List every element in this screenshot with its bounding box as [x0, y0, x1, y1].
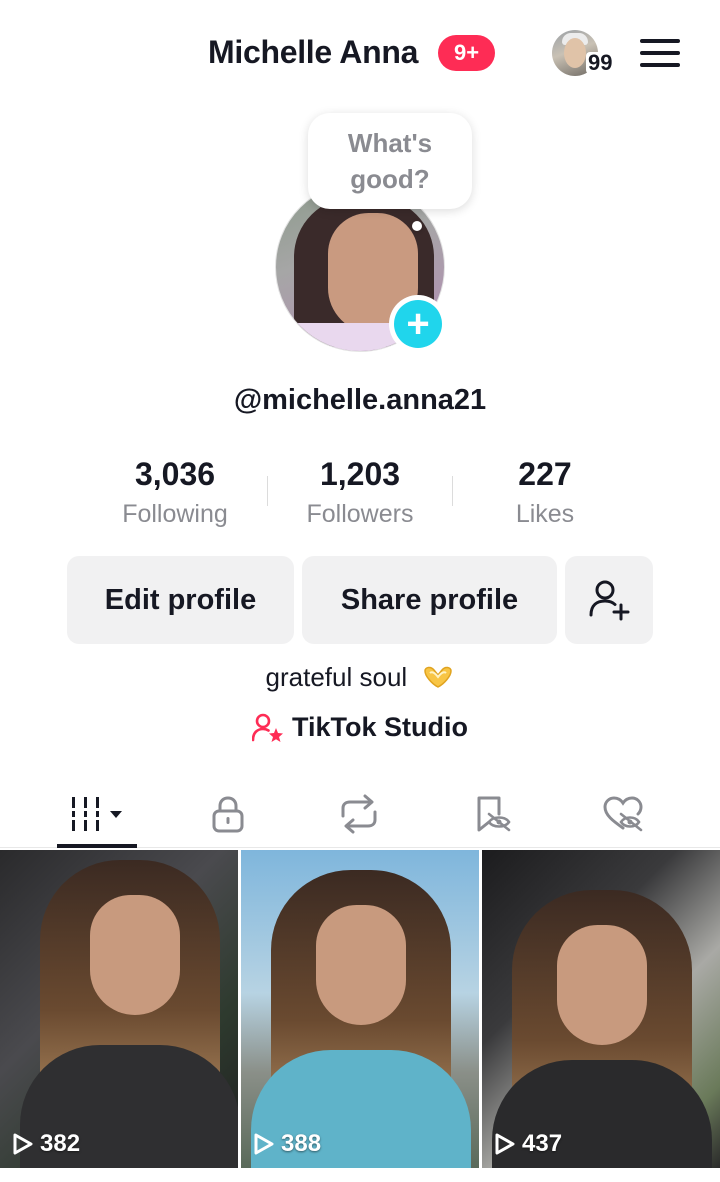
bio: grateful soul: [0, 662, 720, 693]
edit-profile-label: Edit profile: [104, 583, 257, 616]
video-thumbnail[interactable]: 388: [241, 850, 479, 1168]
avatar-face: [564, 38, 586, 68]
thumbnail-face: [316, 905, 406, 1025]
tiktok-studio-link[interactable]: TikTok Studio: [0, 712, 720, 743]
repost-icon: [341, 794, 377, 834]
add-story-button[interactable]: +: [389, 295, 447, 353]
tab-reposts[interactable]: [319, 780, 399, 848]
view-count-value: 437: [522, 1130, 563, 1157]
stat-followers-label: Followers: [306, 500, 414, 528]
content-tabs: [0, 780, 720, 848]
person-star-icon: [251, 713, 283, 742]
view-count: 388: [253, 1130, 321, 1158]
notification-badge[interactable]: 9+: [438, 35, 495, 71]
add-friend-icon: [589, 580, 630, 621]
stat-following-label: Following: [122, 500, 228, 528]
stat-following-value: 3,036: [134, 456, 216, 492]
tiktok-studio-label: TikTok Studio: [291, 712, 468, 742]
bio-text: grateful soul: [265, 662, 408, 692]
video-thumbnail[interactable]: 437: [482, 850, 720, 1168]
heart-hands-emoji: [424, 666, 453, 688]
play-icon: [254, 1133, 274, 1155]
saved-hidden-icon: [477, 796, 511, 832]
bubble-tail-dot: [412, 221, 422, 231]
view-count-value: 382: [40, 1130, 81, 1157]
lock-icon: [212, 796, 244, 833]
play-icon: [13, 1133, 33, 1155]
stat-likes-label: Likes: [515, 500, 575, 528]
stat-likes-value: 227: [518, 456, 572, 492]
username: @michelle.anna21: [233, 384, 487, 416]
active-tab-indicator: [57, 844, 137, 848]
share-profile-button[interactable]: Share profile: [302, 556, 557, 644]
profile-header: Michelle Anna 9+ 99: [0, 0, 720, 100]
thumbnail-face: [557, 925, 647, 1045]
thumbnail-face: [90, 895, 180, 1015]
liked-hidden-icon: [603, 796, 643, 832]
stat-followers-value: 1,203: [319, 456, 401, 492]
stat-following[interactable]: 3,036 Following: [85, 455, 265, 529]
view-count-value: 388: [281, 1130, 322, 1157]
stat-followers[interactable]: 1,203 Followers: [270, 455, 450, 529]
share-profile-label: Share profile: [340, 583, 519, 616]
stat-likes[interactable]: 227 Likes: [455, 455, 635, 529]
play-icon: [495, 1133, 515, 1155]
profile-name-title[interactable]: Michelle Anna: [208, 34, 418, 71]
tab-videos[interactable]: [57, 780, 137, 848]
add-friend-button[interactable]: [565, 556, 653, 644]
tab-saved[interactable]: [452, 780, 532, 848]
status-bubble-text: What's good?: [347, 128, 433, 194]
tab-liked[interactable]: [583, 780, 663, 848]
account-switcher-count[interactable]: 99: [586, 52, 615, 74]
view-count: 437: [494, 1130, 562, 1158]
stat-divider: [267, 476, 268, 506]
status-bubble[interactable]: What's good?: [308, 113, 472, 209]
plus-icon: +: [394, 300, 442, 348]
video-thumbnail[interactable]: 382: [0, 850, 238, 1168]
stat-divider: [452, 476, 453, 506]
hamburger-menu-icon[interactable]: [640, 37, 680, 69]
tab-private[interactable]: [188, 780, 268, 848]
view-count: 382: [12, 1130, 80, 1158]
edit-profile-button[interactable]: Edit profile: [67, 556, 294, 644]
videos-grid-icon: [72, 797, 122, 831]
